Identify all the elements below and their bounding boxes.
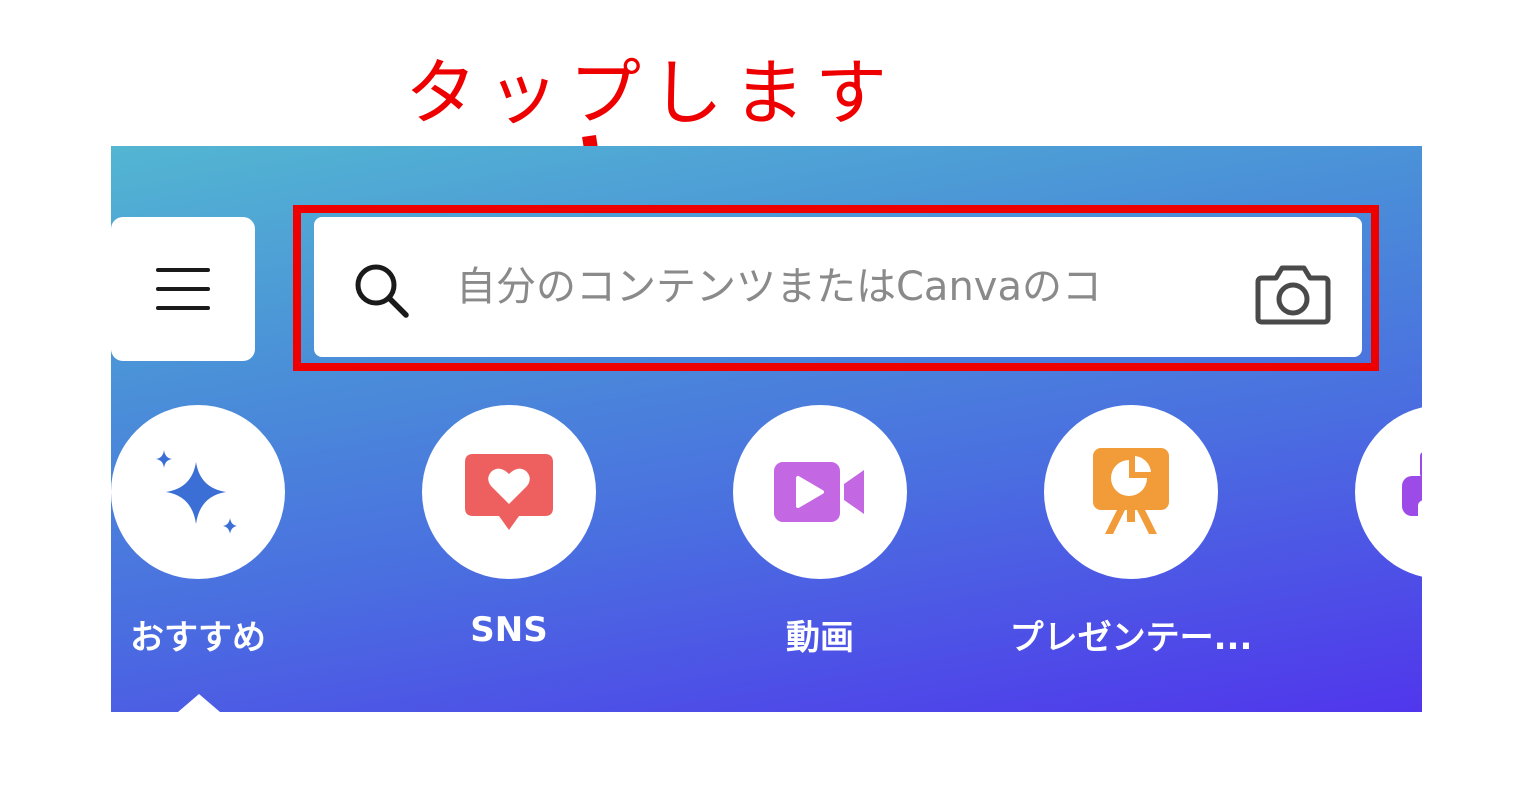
active-category-indicator bbox=[178, 694, 220, 712]
category-circle bbox=[1044, 405, 1218, 579]
camera-icon[interactable] bbox=[1252, 260, 1334, 326]
category-video[interactable]: 動画 bbox=[690, 405, 950, 675]
video-camera-icon bbox=[774, 462, 864, 522]
category-label: 印 bbox=[1312, 610, 1422, 659]
category-circle bbox=[111, 405, 285, 579]
category-label: 動画 bbox=[786, 618, 854, 658]
category-recommended[interactable]: おすすめ bbox=[111, 405, 328, 675]
heart-bubble-icon bbox=[465, 454, 553, 530]
category-label: SNS bbox=[470, 610, 548, 650]
print-icon bbox=[1402, 452, 1422, 534]
hamburger-menu-icon bbox=[156, 268, 210, 310]
search-icon bbox=[355, 264, 409, 318]
category-circle bbox=[733, 405, 907, 579]
annotation-label: タップします bbox=[405, 51, 898, 135]
category-circle bbox=[422, 405, 596, 579]
presentation-icon bbox=[1093, 448, 1169, 534]
search-bar[interactable] bbox=[314, 217, 1362, 357]
category-label: プレゼンテー... bbox=[1009, 618, 1253, 658]
menu-button[interactable] bbox=[111, 217, 255, 361]
category-label: おすすめ bbox=[130, 618, 266, 658]
category-circle bbox=[1355, 405, 1422, 579]
category-presentation[interactable]: プレゼンテー... bbox=[1001, 405, 1261, 675]
category-sns[interactable]: SNS bbox=[379, 405, 639, 675]
category-print[interactable]: 印 bbox=[1312, 405, 1422, 675]
app-header-area: おすすめ SNS 動画 bbox=[111, 146, 1422, 712]
sparkle-icon bbox=[156, 450, 237, 534]
search-input[interactable] bbox=[456, 242, 1236, 332]
